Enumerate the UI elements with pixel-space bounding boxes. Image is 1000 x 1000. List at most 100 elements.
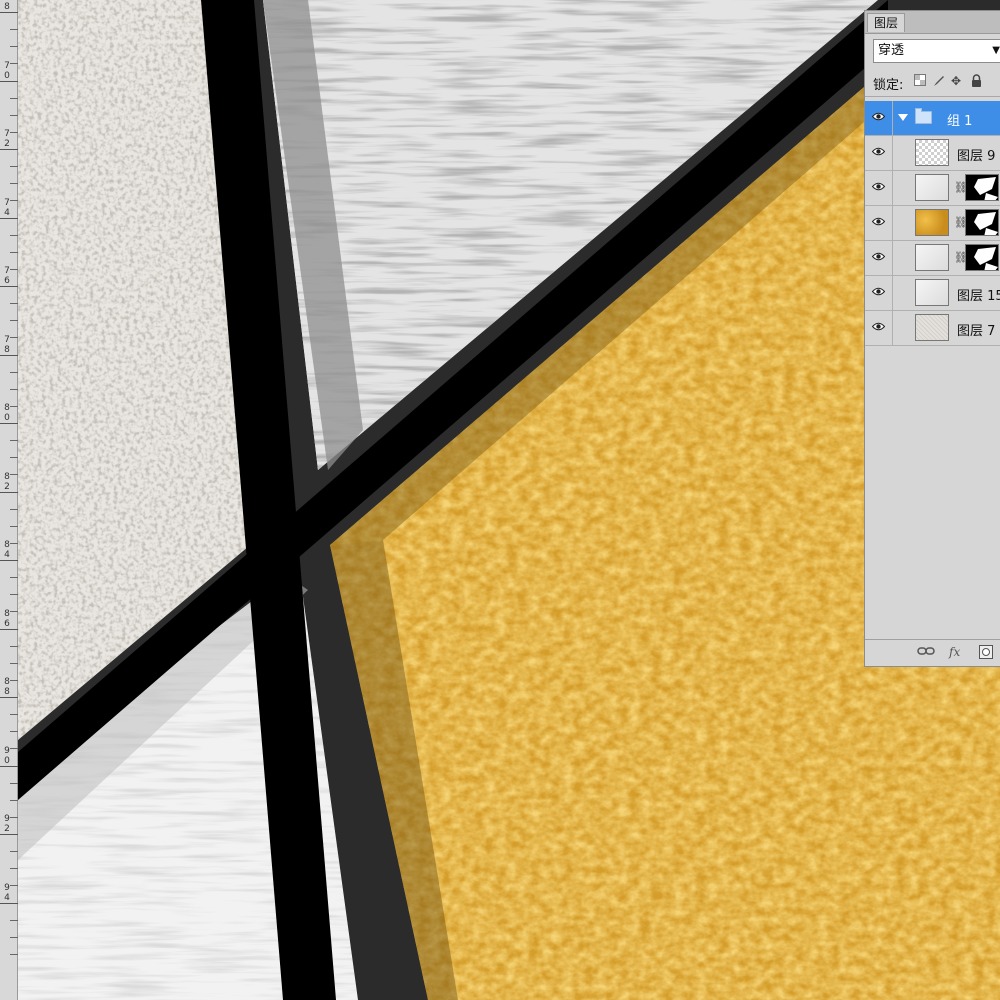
ruler-major-tick xyxy=(0,834,18,835)
ruler-major-tick xyxy=(0,628,18,630)
ruler-label: 72 xyxy=(4,129,10,149)
layer-name: 图层 9 xyxy=(957,149,996,164)
ruler-minor-tick xyxy=(10,594,18,596)
link-layers-icon[interactable] xyxy=(917,645,935,660)
ruler-label: 94 xyxy=(4,882,10,903)
ruler-minor-tick xyxy=(10,919,18,921)
blend-mode-value: 穿透 xyxy=(878,43,905,58)
lock-transparency-icon[interactable] xyxy=(913,74,927,88)
visibility-toggle[interactable] xyxy=(865,311,893,345)
ruler-label: 90 xyxy=(4,745,10,766)
ruler-minor-tick xyxy=(10,799,18,801)
layer-thumbnail xyxy=(915,209,949,236)
ruler-minor-tick xyxy=(10,851,18,853)
layer-thumbnail xyxy=(915,244,949,271)
ruler-label: 92 xyxy=(4,814,10,834)
layer-mask-thumbnail[interactable] xyxy=(965,174,999,201)
ruler-major-tick xyxy=(0,80,18,82)
document-canvas[interactable] xyxy=(18,0,1000,1000)
eye-icon xyxy=(872,147,885,156)
visibility-toggle[interactable] xyxy=(865,241,893,275)
layer-thumbnail xyxy=(915,279,949,306)
fx-icon[interactable]: fx xyxy=(949,645,960,659)
lock-paint-icon[interactable] xyxy=(931,74,945,88)
layer-row[interactable]: 图层 7 xyxy=(865,311,1000,346)
lock-all-icon[interactable] xyxy=(969,74,983,88)
mask-link-icon[interactable]: ⛓ xyxy=(954,216,968,230)
visibility-toggle[interactable] xyxy=(865,206,893,240)
eye-icon xyxy=(872,217,885,226)
layer-row[interactable]: 图层 9 xyxy=(865,136,1000,171)
eye-icon xyxy=(872,322,885,331)
ruler-minor-tick xyxy=(10,251,18,253)
lock-move-icon[interactable]: ✥ xyxy=(949,74,963,88)
layer-row[interactable]: 图层 15 xyxy=(865,276,1000,311)
ruler-label: 68 xyxy=(4,0,10,12)
panel-tabbar: 图层 xyxy=(865,11,1000,34)
layer-mask-thumbnail[interactable] xyxy=(965,209,999,236)
ruler-major-tick xyxy=(0,765,18,767)
ruler-major-tick xyxy=(0,423,18,424)
mask-link-icon[interactable]: ⛓ xyxy=(954,181,968,195)
ruler-minor-tick xyxy=(10,440,18,442)
layers-panel: 图层 穿透 ▼ 锁定: ✥ 组 1 图层 9 ⛓ ⛓ ⛓ 图层 15 图层 7 xyxy=(864,10,1000,667)
vertical-ruler[interactable]: 68 70 72 74 76 78 80 82 84 86 88 90 92 94 xyxy=(0,0,18,1000)
ruler-label: 86 xyxy=(4,608,10,629)
visibility-toggle[interactable] xyxy=(865,136,893,170)
ruler-minor-tick xyxy=(10,320,18,322)
ruler-label: 82 xyxy=(4,471,10,492)
eye-icon xyxy=(872,182,885,191)
layer-row[interactable]: ⛓ xyxy=(865,241,1000,276)
blend-mode-select[interactable]: 穿透 ▼ xyxy=(873,39,1000,63)
layer-thumbnail xyxy=(915,314,949,341)
ruler-minor-tick xyxy=(10,868,18,870)
ruler-minor-tick xyxy=(10,953,18,955)
add-mask-icon[interactable] xyxy=(979,645,993,662)
layer-group-row[interactable]: 组 1 xyxy=(865,101,1000,136)
ruler-major-tick xyxy=(0,902,18,904)
folder-icon xyxy=(915,108,932,124)
visibility-toggle[interactable] xyxy=(865,171,893,205)
ruler-minor-tick xyxy=(10,303,18,305)
disclosure-triangle-icon[interactable] xyxy=(898,114,908,121)
ruler-minor-tick xyxy=(10,577,18,579)
ruler-minor-tick xyxy=(10,936,18,938)
ruler-minor-tick xyxy=(10,371,18,373)
visibility-toggle[interactable] xyxy=(865,101,893,135)
ruler-major-tick xyxy=(0,217,18,219)
panel-footer: fx xyxy=(865,639,1000,666)
ruler-major-tick xyxy=(0,697,18,698)
tab-layers[interactable]: 图层 xyxy=(867,13,906,32)
visibility-toggle[interactable] xyxy=(865,276,893,310)
layer-name: 图层 7 xyxy=(957,324,996,339)
layer-row[interactable]: ⛓ xyxy=(865,206,1000,241)
group-name: 组 1 xyxy=(947,114,973,129)
mask-link-icon[interactable]: ⛓ xyxy=(954,251,968,265)
ruler-minor-tick xyxy=(10,114,18,116)
ruler-minor-tick xyxy=(10,46,18,48)
ruler-minor-tick xyxy=(10,183,18,185)
eye-icon xyxy=(872,112,885,121)
ruler-minor-tick xyxy=(10,714,18,716)
layer-row[interactable]: ⛓ xyxy=(865,171,1000,206)
ruler-minor-tick xyxy=(10,508,18,510)
ruler-minor-tick xyxy=(10,97,18,99)
ruler-label: 76 xyxy=(4,266,10,286)
ruler-major-tick xyxy=(0,354,18,356)
layer-thumbnail xyxy=(915,139,949,166)
ruler-minor-tick xyxy=(10,234,18,236)
artwork xyxy=(18,0,1000,1000)
layer-mask-thumbnail[interactable] xyxy=(965,244,999,271)
ruler-minor-tick xyxy=(10,782,18,784)
ruler-minor-tick xyxy=(10,457,18,459)
ruler-minor-tick xyxy=(10,388,18,390)
ruler-major-tick xyxy=(0,560,18,561)
eye-icon xyxy=(872,252,885,261)
ruler-minor-tick xyxy=(10,645,18,647)
ruler-major-tick xyxy=(0,12,18,13)
ruler-label: 78 xyxy=(4,334,10,355)
ruler-label: 80 xyxy=(4,403,10,423)
ruler-minor-tick xyxy=(10,662,18,664)
ruler-minor-tick xyxy=(10,166,18,168)
ruler-major-tick xyxy=(0,491,18,493)
